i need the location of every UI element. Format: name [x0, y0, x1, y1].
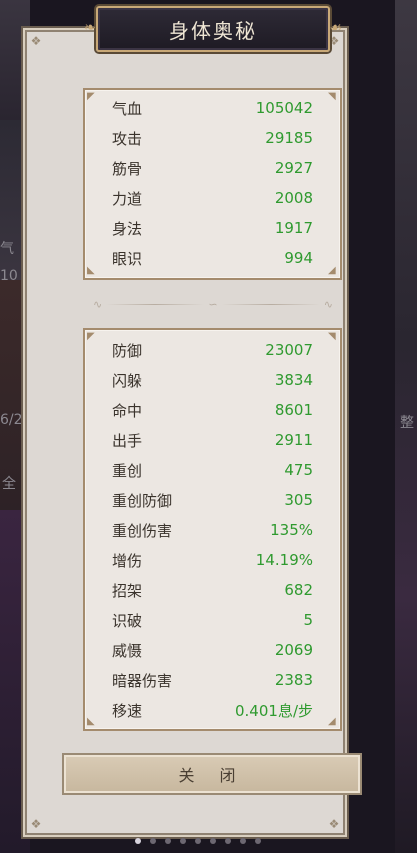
page-dot [240, 838, 246, 844]
page-dot [135, 838, 141, 844]
stat-row: 重创防御 305 [112, 488, 313, 512]
stat-row: 眼识 994 [112, 246, 313, 270]
stat-value: 5 [303, 611, 313, 629]
page-dot [255, 838, 261, 844]
stat-label: 招架 [112, 581, 143, 600]
stat-row: 气血 105042 [112, 96, 313, 120]
background-text: 10 [0, 268, 18, 284]
corner-ornament-icon: ◤ [87, 91, 95, 102]
page-dot [180, 838, 186, 844]
corner-ornament-icon: ❖ [328, 817, 340, 831]
section-divider: ∿ ∽ ∿ [93, 297, 333, 311]
stat-value: 1917 [274, 219, 313, 237]
page-indicator [135, 838, 261, 844]
stat-row: 防御 23007 [112, 338, 313, 362]
stat-value: 305 [284, 491, 313, 509]
stat-value: 2069 [274, 641, 313, 659]
stat-row: 出手 2911 [112, 428, 313, 452]
stat-value: 3834 [274, 371, 313, 389]
stat-row: 身法 1917 [112, 216, 313, 240]
stat-value: 2383 [274, 671, 313, 689]
background-text: 全 [2, 476, 16, 492]
dialog-title: 身体奥秘 [169, 18, 257, 43]
stat-value: 23007 [265, 341, 313, 359]
stat-label: 出手 [112, 431, 143, 450]
stat-row: 识破 5 [112, 608, 313, 632]
corner-ornament-icon: ◤ [87, 331, 95, 342]
stat-row: 重创伤害 135% [112, 518, 313, 542]
stat-value: 2008 [274, 189, 313, 207]
stat-label: 筋骨 [112, 159, 143, 178]
stat-label: 移速 [112, 701, 143, 720]
stat-label: 力道 [112, 189, 143, 208]
stat-value: 475 [284, 461, 313, 479]
stat-row: 攻击 29185 [112, 126, 313, 150]
title-ornament-icon: ❧ [84, 20, 96, 36]
background-text: 气 [0, 241, 14, 257]
divider-ornament-icon: ∿ [93, 297, 103, 311]
stat-value: 14.19% [255, 551, 313, 569]
stat-value: 2927 [274, 159, 313, 177]
stat-value: 29185 [265, 129, 313, 147]
close-button[interactable]: 关 闭 [62, 753, 362, 795]
stat-value: 135% [270, 521, 313, 539]
stat-row: 移速 0.401息/步 [112, 698, 313, 722]
page-dot [165, 838, 171, 844]
stat-row: 增伤 14.19% [112, 548, 313, 572]
stat-value: 8601 [274, 401, 313, 419]
page-dot [225, 838, 231, 844]
corner-ornament-icon: ◥ [328, 91, 336, 102]
stat-row: 命中 8601 [112, 398, 313, 422]
corner-ornament-icon: ◣ [87, 265, 95, 276]
stat-row: 力道 2008 [112, 186, 313, 210]
divider-ornament-icon: ∽ [208, 297, 218, 311]
stat-row: 闪躲 3834 [112, 368, 313, 392]
stat-label: 增伤 [112, 551, 143, 570]
stat-row: 威慑 2069 [112, 638, 313, 662]
corner-ornament-icon: ❖ [30, 817, 42, 831]
stat-value: 2911 [274, 431, 313, 449]
stat-row: 重创 475 [112, 458, 313, 482]
stat-label: 威慑 [112, 641, 143, 660]
stat-label: 重创伤害 [112, 521, 173, 540]
stat-label: 防御 [112, 341, 143, 360]
basic-stats-box: ◤ ◥ ◣ ◢ 气血 105042 攻击 29185 筋骨 2927 力道 2008 身法 191… [83, 88, 342, 280]
page-dot [195, 838, 201, 844]
dialog-title-plate: ❧ 身体奥秘 ☙ [84, 6, 342, 52]
stat-label: 攻击 [112, 129, 143, 148]
stat-row: 筋骨 2927 [112, 156, 313, 180]
page-dot [210, 838, 216, 844]
advanced-stats-box: ◤ ◥ ◣ ◢ 防御 23007 闪躲 3834 命中 8601 出手 2911 重创 475 重创… [83, 328, 342, 731]
stat-value: 994 [284, 249, 313, 267]
stat-label: 识破 [112, 611, 143, 630]
divider-ornament-icon: ∿ [323, 297, 333, 311]
corner-ornament-icon: ◣ [87, 716, 95, 727]
stat-label: 暗器伤害 [112, 671, 173, 690]
corner-ornament-icon: ◢ [328, 716, 336, 727]
stat-label: 重创 [112, 461, 143, 480]
stat-row: 暗器伤害 2383 [112, 668, 313, 692]
stat-label: 气血 [112, 99, 143, 118]
corner-ornament-icon: ◢ [328, 265, 336, 276]
stat-row: 招架 682 [112, 578, 313, 602]
stat-label: 闪躲 [112, 371, 143, 390]
stat-label: 眼识 [112, 249, 143, 268]
stat-value: 0.401息/步 [235, 701, 313, 720]
background-text: 整 [400, 415, 414, 431]
stat-value: 682 [284, 581, 313, 599]
stat-value: 105042 [255, 99, 313, 117]
corner-ornament-icon: ◥ [328, 331, 336, 342]
title-ornament-icon: ☙ [329, 20, 342, 36]
stat-label: 命中 [112, 401, 143, 420]
page-dot [150, 838, 156, 844]
stat-label: 身法 [112, 219, 143, 238]
corner-ornament-icon: ❖ [30, 34, 42, 48]
stat-label: 重创防御 [112, 491, 173, 510]
